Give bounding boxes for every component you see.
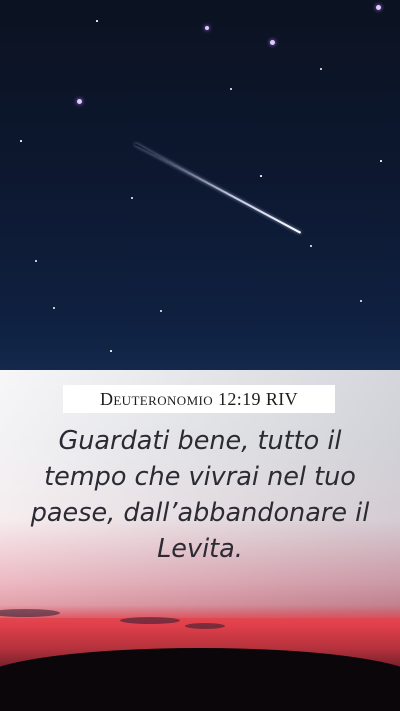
wallpaper-screen: Deuteronomio 12:19 RIV Guardati bene, tu… <box>0 0 400 711</box>
cloud <box>0 609 60 617</box>
star <box>77 99 82 104</box>
star <box>260 175 262 177</box>
star <box>20 140 22 142</box>
star <box>96 20 98 22</box>
cloud <box>185 623 225 629</box>
night-sky-background <box>0 0 400 370</box>
star <box>270 40 275 45</box>
verse-text: Guardati bene, tutto il tempo che vivrai… <box>30 426 370 564</box>
cloud <box>120 617 180 624</box>
star <box>360 300 362 302</box>
star <box>230 88 232 90</box>
star <box>310 245 312 247</box>
star <box>35 260 37 262</box>
star <box>110 350 112 352</box>
star <box>53 307 55 309</box>
star <box>376 5 381 10</box>
dark-hill-silhouette <box>0 648 400 711</box>
star <box>160 310 162 312</box>
star <box>320 68 322 70</box>
verse-reference: Deuteronomio 12:19 RIV <box>99 389 299 409</box>
star <box>205 26 209 30</box>
star <box>131 197 133 199</box>
star <box>380 160 382 162</box>
shooting-star <box>134 143 302 234</box>
